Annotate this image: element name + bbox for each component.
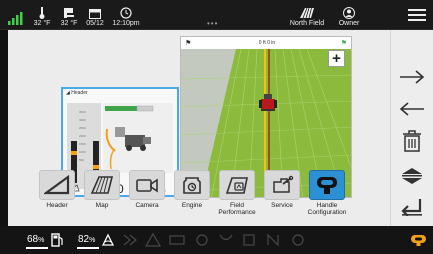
nav-handle-configuration[interactable]: Handle Configuration <box>306 170 348 228</box>
delete-button[interactable] <box>396 128 428 154</box>
nav-camera[interactable]: Camera <box>126 170 168 228</box>
user-profile[interactable]: Owner <box>335 0 363 30</box>
def-fluid-icon <box>101 233 115 246</box>
menu-icon[interactable] <box>408 8 426 22</box>
page-indicator-dots: ••• <box>207 19 219 28</box>
filter-icon <box>243 234 255 246</box>
map-icon <box>90 176 114 194</box>
engine-temp-icon <box>196 234 208 246</box>
header-icon <box>44 175 70 195</box>
field-performance-icon <box>225 177 248 194</box>
engine-icon <box>183 177 201 194</box>
zoom-in-button[interactable]: + <box>328 50 345 67</box>
glow-plug-icon <box>292 234 304 246</box>
outside-temp-value: 32 °F <box>33 20 51 27</box>
svg-text:1000: 1000 <box>79 150 86 154</box>
return-button[interactable] <box>396 194 428 220</box>
nav-engine[interactable]: Engine <box>171 170 213 228</box>
map-right-marker-icon: ⚑ <box>340 40 347 47</box>
field-name: North Field <box>289 20 325 27</box>
user-icon <box>343 7 355 19</box>
nav-engine-label: Engine <box>181 202 203 209</box>
nav-field-performance[interactable]: Field Performance <box>216 170 258 228</box>
trash-icon <box>403 130 421 152</box>
date: 05/12 <box>84 0 106 30</box>
nav-header[interactable]: Header <box>36 170 78 228</box>
hydraulic-icon <box>267 233 279 247</box>
cab-temp: 32 °F <box>57 0 81 30</box>
fuel-level-bar <box>26 247 48 249</box>
cab-temp-value: 32 °F <box>60 20 78 27</box>
user-name: Owner <box>338 20 360 27</box>
return-icon <box>401 199 422 216</box>
cab-seat-icon <box>64 8 74 18</box>
nav-service[interactable]: Service <box>261 170 303 228</box>
field-selector[interactable]: North Field <box>286 0 328 30</box>
svg-text:2500: 2500 <box>79 126 86 130</box>
def-level-bar <box>77 247 99 249</box>
top-status-bar: 32 °F 32 °F 05/12 12:10pm ••• North Fiel… <box>0 0 433 30</box>
nav-field-performance-label: Field Performance <box>218 202 256 216</box>
hazard-icon <box>144 232 162 247</box>
field-icon <box>300 7 314 19</box>
time: 12:10pm <box>110 0 142 30</box>
fuel-level: 68% <box>27 234 45 245</box>
nav-header-label: Header <box>46 202 68 209</box>
signal-icon <box>7 0 23 30</box>
map-left-marker-icon: ⚑ <box>185 40 192 47</box>
svg-text:3000: 3000 <box>79 118 86 122</box>
svg-text:3500: 3500 <box>79 110 86 114</box>
warning-icon[interactable] <box>410 232 427 247</box>
right-toolbar <box>390 30 433 226</box>
camera-icon <box>136 178 158 193</box>
time-value: 12:10pm <box>112 20 140 27</box>
nav-map[interactable]: Map <box>81 170 123 228</box>
def-level: 82% <box>78 234 96 245</box>
main-content: ⚑ 0 ft 0 in ⚑ + ◢ Header 3500 3000 2500 200… <box>8 30 433 226</box>
nav-map-label: Map <box>95 202 109 209</box>
bottom-status-bar: 68% 82% <box>0 226 433 254</box>
svg-text:500: 500 <box>79 158 84 162</box>
collapse-button[interactable] <box>396 162 428 188</box>
nav-handle-configuration-label: Handle Configuration <box>307 202 347 216</box>
service-icon <box>273 175 294 193</box>
thermometer-icon <box>39 7 45 19</box>
battery-icon <box>169 235 185 245</box>
nav-camera-label: Camera <box>135 202 159 209</box>
arrow-right-icon <box>400 70 425 84</box>
previous-arrow-button[interactable] <box>396 96 428 122</box>
calendar-icon <box>89 9 101 19</box>
turn-signal-icon <box>123 234 137 246</box>
next-arrow-button[interactable] <box>396 64 428 90</box>
handle-configuration-icon <box>317 177 337 194</box>
svg-text:1500: 1500 <box>79 142 86 146</box>
map-distance-text: 0 ft 0 in <box>258 40 276 46</box>
oil-icon <box>219 234 233 241</box>
date-value: 05/12 <box>86 20 104 27</box>
indicator-lamps <box>122 232 337 248</box>
map-distance-bar: ⚑ 0 ft 0 in ⚑ <box>181 37 351 49</box>
nav-service-label: Service <box>271 202 293 209</box>
clock-icon <box>120 7 132 19</box>
arrow-left-icon <box>399 102 424 116</box>
double-chevron-down-icon <box>402 168 422 184</box>
fuel-pump-icon <box>51 233 63 247</box>
svg-text:2000: 2000 <box>79 134 86 138</box>
outside-temp: 32 °F <box>30 0 54 30</box>
